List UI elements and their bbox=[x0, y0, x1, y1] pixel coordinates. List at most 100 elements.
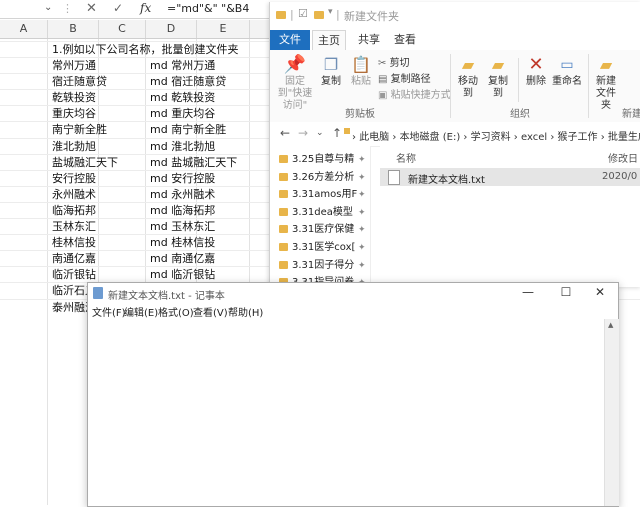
company-name-cell[interactable]: 永州融术 bbox=[52, 187, 96, 203]
company-name-cell[interactable]: 淮北勃旭 bbox=[52, 139, 96, 155]
namebox-dropdown-icon[interactable]: ⌄ bbox=[44, 2, 52, 13]
md-command-cell[interactable]: md 临沂银钻 bbox=[150, 267, 215, 283]
menu-help[interactable]: 帮助(H) bbox=[228, 304, 263, 319]
pin-quick-access-button[interactable]: 📌 固定到"快速访问" bbox=[274, 54, 316, 112]
company-name-cell[interactable]: 南通亿嘉 bbox=[52, 251, 96, 267]
notepad-titlebar[interactable]: 新建文本文档.txt - 记事本 — ☐ ✕ bbox=[88, 283, 618, 303]
md-command-cell[interactable]: md 盐城融汇天下 bbox=[150, 155, 237, 171]
md-command-cell[interactable]: md 乾轶投资 bbox=[150, 90, 215, 106]
menu-format[interactable]: 格式(O) bbox=[158, 304, 194, 319]
scissors-icon: ✂ bbox=[378, 58, 390, 69]
breadcrumb-item[interactable]: 本地磁盘 (E:) bbox=[400, 132, 461, 143]
insert-function-button[interactable]: fx bbox=[140, 1, 151, 15]
column-header-b[interactable]: B bbox=[48, 20, 99, 38]
ribbon: 📌 固定到"快速访问" ❐ 复制 📋 粘贴 ✂ 剪切 ▤ 复制路径 ▣ 粘贴快捷… bbox=[270, 50, 640, 123]
cancel-icon[interactable]: ✕ bbox=[86, 1, 97, 16]
breadcrumb-item[interactable]: 学习资料 bbox=[471, 132, 511, 143]
tab-share[interactable]: 共享 bbox=[354, 30, 384, 50]
delete-button[interactable]: ✕ 删除 bbox=[522, 54, 550, 88]
md-command-cell[interactable]: md 南通亿嘉 bbox=[150, 251, 215, 267]
company-name-cell[interactable]: 乾轶投资 bbox=[52, 90, 96, 106]
paste-shortcut-button[interactable]: ▣ 粘贴快捷方式 bbox=[378, 86, 451, 101]
file-row[interactable]: 新建文本文档.txt 2020/0 bbox=[380, 168, 640, 186]
new-folder-icon[interactable] bbox=[314, 11, 324, 19]
grid-line bbox=[47, 39, 48, 505]
tab-file[interactable]: 文件 bbox=[270, 30, 310, 50]
company-name-cell[interactable]: 桂林信投 bbox=[52, 235, 96, 251]
paste-button[interactable]: 📋 粘贴 bbox=[348, 54, 374, 88]
minimize-icon[interactable]: — bbox=[513, 285, 543, 299]
formula-separator: ⋮ bbox=[62, 2, 73, 15]
md-command-cell[interactable]: md 宿迁随意贷 bbox=[150, 74, 226, 90]
md-command-cell[interactable]: md 永州融术 bbox=[150, 187, 215, 203]
notepad-text-area[interactable] bbox=[88, 319, 604, 506]
delete-icon: ✕ bbox=[528, 54, 544, 75]
company-name-cell[interactable]: 玉林东汇 bbox=[52, 219, 96, 235]
md-command-cell[interactable]: md 安行控股 bbox=[150, 171, 215, 187]
quick-access-dropdown-icon[interactable]: ▾ bbox=[328, 7, 333, 17]
company-name-cell[interactable]: 盐城融汇天下 bbox=[52, 155, 118, 171]
column-header-e[interactable]: E bbox=[197, 20, 250, 38]
cut-button[interactable]: ✂ 剪切 bbox=[378, 54, 410, 69]
move-to-icon: ▰ bbox=[461, 55, 475, 74]
copy-to-icon: ▰ bbox=[491, 55, 505, 74]
tab-home[interactable]: 主页 bbox=[312, 30, 346, 51]
company-name-cell[interactable]: 重庆均谷 bbox=[52, 106, 96, 122]
md-command-cell[interactable]: md 重庆均谷 bbox=[150, 106, 215, 122]
new-folder-ribbon-icon: ▰ bbox=[599, 55, 613, 74]
breadcrumb[interactable]: › 此电脑 › 本地磁盘 (E:) › 学习资料 › excel › 猴子工作 … bbox=[352, 128, 640, 143]
company-name-cell[interactable]: 南宁新全胜 bbox=[52, 122, 107, 138]
new-folder-button[interactable]: ▰ 新建文件夹 bbox=[592, 54, 620, 112]
menu-file[interactable]: 文件(F) bbox=[92, 304, 126, 319]
md-command-cell[interactable]: md 桂林信投 bbox=[150, 235, 215, 251]
breadcrumb-item[interactable]: 此电脑 bbox=[359, 132, 389, 143]
breadcrumb-item[interactable]: 猴子工作 bbox=[558, 132, 598, 143]
company-name-cell[interactable]: 安行控股 bbox=[52, 171, 96, 187]
rename-button[interactable]: ▭ 重命名 bbox=[552, 54, 582, 88]
column-name-header[interactable]: 名称 bbox=[396, 150, 416, 165]
up-icon[interactable]: ↑ bbox=[332, 126, 342, 140]
forward-icon[interactable]: → bbox=[298, 126, 308, 140]
copy-label: 复制 bbox=[321, 76, 341, 87]
paste-shortcut-label: 粘贴快捷方式 bbox=[390, 90, 451, 101]
nav-folder-label: 3.31医疗保健 bbox=[292, 224, 355, 236]
breadcrumb-item[interactable]: 批量生成 bbox=[608, 132, 640, 143]
folder-icon bbox=[279, 190, 288, 199]
company-name-cell[interactable]: 宿迁随意贷 bbox=[52, 74, 107, 90]
column-modified-header[interactable]: 修改日 bbox=[608, 150, 638, 165]
breadcrumb-item[interactable]: excel bbox=[521, 132, 547, 143]
md-command-cell[interactable]: md 临海拓邦 bbox=[150, 203, 215, 219]
breadcrumb-sep: › bbox=[392, 132, 400, 143]
address-folder-icon bbox=[344, 128, 350, 134]
properties-icon[interactable]: ☑ bbox=[298, 7, 308, 20]
company-name-cell[interactable]: 临沂银钻 bbox=[52, 267, 96, 283]
move-to-button[interactable]: ▰ 移动到 bbox=[454, 54, 482, 100]
md-command-cell[interactable]: md 常州万通 bbox=[150, 58, 215, 74]
notepad-scrollbar[interactable]: ▲ bbox=[604, 319, 619, 506]
back-icon[interactable]: ← bbox=[280, 126, 290, 140]
maximize-icon[interactable]: ☐ bbox=[551, 285, 581, 299]
column-header-d[interactable]: D bbox=[146, 20, 197, 38]
company-name-cell[interactable]: 临海拓邦 bbox=[52, 203, 96, 219]
tab-view[interactable]: 查看 bbox=[390, 30, 420, 50]
menu-view[interactable]: 查看(V) bbox=[193, 304, 228, 319]
copy-path-button[interactable]: ▤ 复制路径 bbox=[378, 70, 431, 85]
company-name-cell[interactable]: 常州万通 bbox=[52, 58, 96, 74]
formula-input[interactable]: ="md"&" "&B4 bbox=[167, 2, 249, 15]
column-header-a[interactable]: A bbox=[0, 20, 48, 38]
recent-locations-icon[interactable]: ⌄ bbox=[316, 128, 324, 138]
enter-icon[interactable]: ✓ bbox=[113, 1, 123, 15]
md-command-cell[interactable]: md 淮北勃旭 bbox=[150, 139, 215, 155]
close-icon[interactable]: ✕ bbox=[585, 285, 615, 299]
title-cell[interactable]: 1.例如以下公司名称，批量创建文件夹 bbox=[52, 42, 239, 58]
file-list: 名称 修改日 新建文本文档.txt 2020/0 bbox=[380, 146, 640, 287]
md-command-cell[interactable]: md 南宁新全胜 bbox=[150, 122, 226, 138]
copy-button[interactable]: ❐ 复制 bbox=[318, 54, 344, 88]
md-command-cell[interactable]: md 玉林东汇 bbox=[150, 219, 215, 235]
column-header-c[interactable]: C bbox=[99, 20, 146, 38]
organize-group-label: 组织 bbox=[510, 109, 530, 120]
pin-icon: 📌 bbox=[283, 54, 307, 75]
copy-to-button[interactable]: ▰ 复制到 bbox=[484, 54, 512, 100]
menu-edit[interactable]: 编辑(E) bbox=[124, 304, 158, 319]
scroll-up-icon[interactable]: ▲ bbox=[608, 321, 613, 329]
